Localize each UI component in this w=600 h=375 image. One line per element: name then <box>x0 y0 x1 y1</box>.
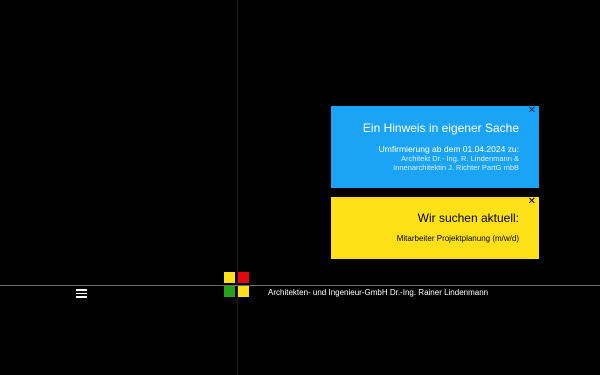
vertical-divider <box>237 0 238 375</box>
notice-card-blue[interactable]: ✕ Ein Hinweis in eigener Sache Umfirmier… <box>331 106 539 188</box>
horizontal-divider <box>0 285 600 286</box>
notice-text: Umfirmierung ab dem 01.04.2024 zu: Archi… <box>378 144 519 173</box>
notice-line-3: Innenarchitektin J. Richter PartG mbB <box>393 163 519 172</box>
close-icon[interactable]: ✕ <box>528 197 536 207</box>
hamburger-menu-icon[interactable] <box>76 289 87 298</box>
logo-square-red <box>238 272 249 283</box>
notice-line-2: Architekt Dr.- Ing. R. Lindenmann & <box>401 154 519 163</box>
company-name: Architekten- und Ingenieur-GmbH Dr.-Ing.… <box>268 288 489 297</box>
job-title: Wir suchen aktuell: <box>417 211 519 225</box>
logo-square-yellow <box>224 272 235 283</box>
close-icon[interactable]: ✕ <box>528 106 536 116</box>
notice-line-1: Umfirmierung ab dem 01.04.2024 zu: <box>378 144 519 154</box>
job-card-yellow[interactable]: ✕ Wir suchen aktuell: Mitarbeiter Projek… <box>331 197 539 259</box>
logo-square-yellow <box>238 286 249 297</box>
notice-title: Ein Hinweis in eigener Sache <box>362 121 519 135</box>
logo[interactable] <box>224 272 250 298</box>
job-subtitle[interactable]: Mitarbeiter Projektplanung (m/w/d) <box>397 234 519 243</box>
logo-square-green <box>224 286 235 297</box>
